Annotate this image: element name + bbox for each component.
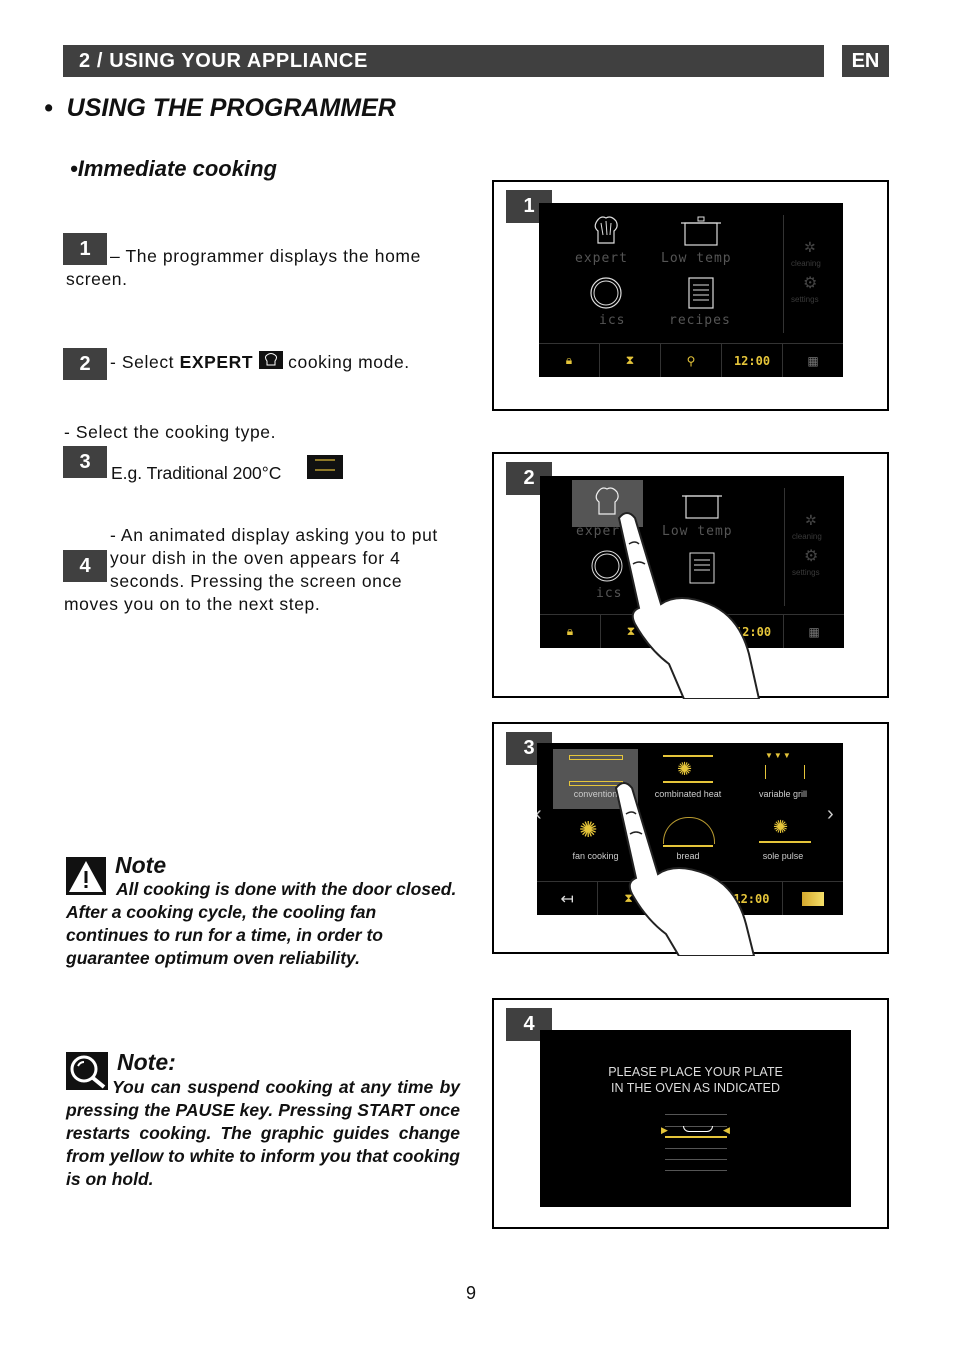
top-element-icon: [569, 755, 623, 760]
step-2-expert: EXPERT: [179, 352, 254, 372]
cleaning-icon[interactable]: ✲: [804, 239, 816, 256]
section-header: 2 / USING YOUR APPLIANCE: [63, 45, 824, 77]
step-3-text: E.g. Traditional 200°C: [111, 463, 282, 483]
cleaning-icon[interactable]: ✲: [805, 512, 817, 529]
mode-recipes[interactable]: recipes: [669, 313, 731, 328]
grill-level-icon: ▼▼▼: [765, 751, 792, 760]
grid-icon[interactable]: ▦: [784, 615, 844, 648]
shelf-level: [665, 1159, 727, 1160]
shelf-level: [665, 1170, 727, 1171]
back-arrow-icon[interactable]: ↤: [537, 882, 599, 915]
bottom-bar: 🔒︎ ⧗ ⚲ 12:00 ▦: [539, 343, 843, 377]
pot-icon[interactable]: [679, 213, 723, 249]
mode-ics[interactable]: ics: [599, 313, 625, 328]
chevron-left-icon[interactable]: ‹: [537, 803, 542, 826]
shelf-level: [665, 1114, 727, 1115]
step-3-badge: 3: [63, 446, 107, 478]
note-title: Note: [115, 852, 167, 878]
settings-icon[interactable]: ⚙: [803, 273, 817, 293]
fan-icon: ✺: [773, 817, 789, 837]
divider: [784, 488, 785, 606]
lock-icon[interactable]: 🔒︎: [539, 344, 600, 377]
subtitle-text: Immediate cooking: [77, 156, 277, 181]
figure-2: 2 expert Low temp ics ✲ cleaning ⚙ setti…: [492, 452, 889, 699]
search-icon[interactable]: ⚲: [661, 344, 722, 377]
subsection-title: •Immediate cooking: [70, 156, 277, 182]
step-4-spacer: [64, 547, 110, 593]
step-3-preline: - Select the cooking type.: [64, 422, 277, 442]
page-title: • USING THE PROGRAMMER: [44, 94, 396, 123]
message-line-1: PLEASE PLACE YOUR PLATE: [608, 1065, 783, 1079]
start-button[interactable]: [783, 882, 843, 915]
settings-icon[interactable]: ⚙: [804, 546, 818, 566]
convention-mode-icon: [307, 455, 343, 479]
shelf-level: [665, 1148, 727, 1149]
top-element-icon: [663, 755, 713, 757]
lock-icon[interactable]: 🔒︎: [540, 615, 601, 648]
chef-hat-icon: [258, 351, 283, 370]
note2-title: Note:: [117, 1049, 176, 1075]
oven-screen-place-plate[interactable]: PLEASE PLACE YOUR PLATE IN THE OVEN AS I…: [540, 1030, 851, 1207]
mode-expert[interactable]: expert: [575, 251, 628, 266]
plate-icon: [683, 1126, 713, 1132]
figure-3: 3 convention ✺ combinated heat ▼▼▼ varia…: [492, 722, 889, 956]
arrow-right-icon: ▶: [661, 1125, 668, 1135]
language-badge: EN: [842, 45, 889, 77]
step-2-suffix: cooking mode.: [282, 352, 410, 372]
mode-low-temp[interactable]: Low temp: [661, 251, 732, 266]
side-settings[interactable]: settings: [791, 295, 819, 304]
chevron-right-icon[interactable]: ›: [827, 803, 834, 826]
message-line-2: IN THE OVEN AS INDICATED: [610, 1081, 780, 1095]
subtitle-bullet: •: [70, 156, 78, 181]
pointing-hand-icon: [617, 512, 761, 699]
oven-screen-home: expert Low temp ics recipes ✲ cleaning ⚙…: [539, 203, 843, 377]
title-text: USING THE PROGRAMMER: [66, 94, 396, 122]
pointing-hand-icon: [614, 782, 756, 956]
figure-1: 1 expert Low temp ics recipes ✲ cleaning…: [492, 180, 889, 411]
side-cleaning[interactable]: cleaning: [792, 532, 822, 541]
step-2-text: - Select EXPERT cooking mode.: [110, 351, 470, 374]
divider: [783, 215, 784, 333]
hourglass-icon[interactable]: ⧗: [600, 344, 661, 377]
title-bullet: •: [44, 94, 53, 122]
note-text: All cooking is done with the door closed…: [66, 879, 457, 968]
chef-hat-icon[interactable]: [589, 213, 623, 249]
arrow-left-icon: ◀: [723, 1125, 730, 1135]
step-4-body: - An animated display asking you to put …: [64, 525, 438, 614]
recipe-book-icon[interactable]: [685, 276, 719, 310]
start-icon: [801, 891, 824, 906]
note2-text: You can suspend cooking at any time by p…: [66, 1077, 460, 1189]
step-2-prefix: - Select: [110, 352, 180, 372]
page-number: 9: [466, 1283, 477, 1303]
place-plate-message: PLEASE PLACE YOUR PLATE IN THE OVEN AS I…: [540, 1064, 851, 1096]
selected-shelf-level: [665, 1136, 727, 1138]
side-settings[interactable]: settings: [792, 568, 820, 577]
step-2-badge: 2: [63, 348, 107, 380]
grid-icon[interactable]: ▦: [783, 344, 843, 377]
clock-display[interactable]: 12:00: [722, 344, 783, 377]
side-cleaning[interactable]: cleaning: [791, 259, 821, 268]
plate-icon[interactable]: [589, 276, 623, 310]
step-4-text: - An animated display asking you to put …: [64, 524, 459, 616]
step-1-text: – The programmer displays the home scree…: [66, 246, 421, 289]
figure-4: 4 PLEASE PLACE YOUR PLATE IN THE OVEN AS…: [492, 998, 889, 1229]
